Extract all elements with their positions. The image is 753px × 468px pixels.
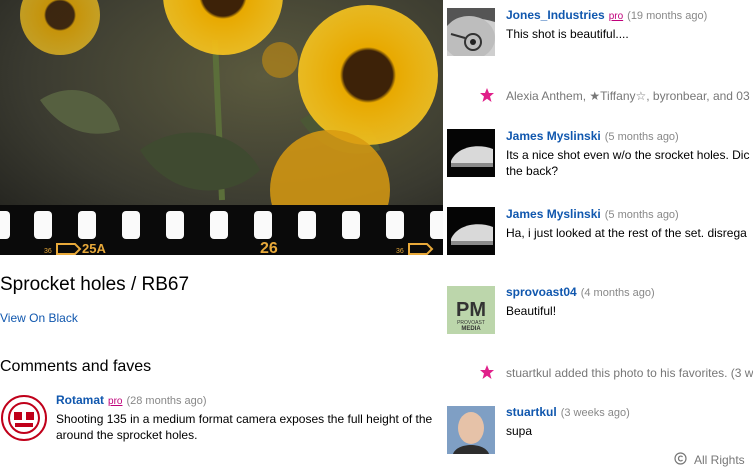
rotamat-logo-icon: [1, 395, 47, 441]
pm-logo-icon: PM PROVOAST MEDIA: [447, 286, 495, 334]
comment-time[interactable]: (3 weeks ago): [561, 407, 630, 419]
commenter-name[interactable]: Jones_Industries: [506, 8, 605, 22]
avatar-stuartkul[interactable]: [447, 406, 495, 454]
commenter-name[interactable]: stuartkul: [506, 405, 557, 419]
fave-stuartkul[interactable]: stuartkul added this photo to his favori…: [506, 366, 753, 380]
face-photo-icon: [447, 406, 495, 454]
fave-star-icon: [480, 365, 494, 379]
comment-rotamat: Rotamat pro (28 months ago) Shooting 135 i…: [56, 393, 432, 443]
face-photo-icon: [447, 8, 495, 56]
avatar-sprovoast04[interactable]: PM PROVOAST MEDIA: [447, 286, 495, 334]
car-photo-icon: [447, 129, 495, 177]
avatar-james-myslinski[interactable]: [447, 129, 495, 177]
comment-stuartkul: stuartkul (3 weeks ago) supa: [506, 405, 630, 439]
comments-column: Jones_Industries pro (19 months ago) This …: [443, 0, 753, 458]
copyright-icon: [674, 452, 687, 465]
avatar-jones-industries[interactable]: [447, 8, 495, 56]
commenter-name[interactable]: James Myslinski: [506, 207, 601, 221]
pro-badge[interactable]: pro: [108, 396, 122, 407]
frame-label-1: 36: [44, 248, 52, 255]
comment-time[interactable]: (5 months ago): [605, 131, 679, 143]
comment-line-2: the back?: [506, 164, 559, 178]
fave-list[interactable]: Alexia Anthem, ★Tiffany☆, byronbear, and…: [506, 89, 750, 103]
rights-text[interactable]: All Rights: [694, 453, 745, 467]
commenter-name[interactable]: sprovoast04: [506, 285, 577, 299]
comment-text: Shooting 135 in a medium format camera e…: [56, 411, 432, 443]
comment-time[interactable]: (28 months ago): [126, 395, 206, 407]
comment-text: Beautiful!: [506, 304, 557, 318]
comment-text: Its a nice shot even w/o the srocket hol…: [506, 147, 749, 179]
pro-badge[interactable]: pro: [609, 11, 623, 22]
fave-star-icon: [480, 88, 494, 102]
comment-james-2: James Myslinski (5 months ago) Ha, i just…: [506, 207, 747, 241]
main-photo[interactable]: 36 25A 26 36: [0, 0, 443, 255]
comment-line-2: around the sprocket holes.: [56, 428, 198, 442]
comment-time[interactable]: (4 months ago): [581, 287, 655, 299]
comment-line-1: Shooting 135 in a medium format camera e…: [56, 412, 433, 426]
photo-title: Sprocket holes / RB67: [0, 274, 190, 295]
pm-logo-sub2: MEDIA: [461, 326, 481, 332]
car-photo-icon: [447, 207, 495, 255]
comment-time[interactable]: (5 months ago): [605, 209, 679, 221]
commenter-name[interactable]: James Myslinski: [506, 129, 601, 143]
comment-james-1: James Myslinski (5 months ago) Its a nice…: [506, 129, 749, 179]
commenter-name[interactable]: Rotamat: [56, 393, 104, 407]
view-on-black-link[interactable]: View On Black: [0, 311, 78, 325]
frame-label-3: 26: [260, 240, 278, 255]
comment-jones-industries: Jones_Industries pro (19 months ago) This …: [506, 8, 707, 42]
sunflower-photo: 36 25A 26 36: [0, 0, 443, 255]
avatar-rotamat[interactable]: [0, 394, 48, 442]
pm-logo-text: PM: [456, 299, 486, 321]
frame-label-2: 25A: [82, 241, 106, 255]
comment-time[interactable]: (19 months ago): [627, 10, 707, 22]
comment-text: supa: [506, 424, 533, 438]
comment-text: Ha, i just looked at the rest of the set…: [506, 226, 747, 240]
frame-label-4: 36: [396, 248, 404, 255]
comment-text: This shot is beautiful....: [506, 27, 629, 41]
comment-line-1: Its a nice shot even w/o the srocket hol…: [506, 148, 750, 162]
comments-heading: Comments and faves: [0, 358, 152, 375]
comment-sprovoast04: sprovoast04 (4 months ago) Beautiful!: [506, 285, 655, 319]
avatar-james-myslinski-2[interactable]: [447, 207, 495, 255]
